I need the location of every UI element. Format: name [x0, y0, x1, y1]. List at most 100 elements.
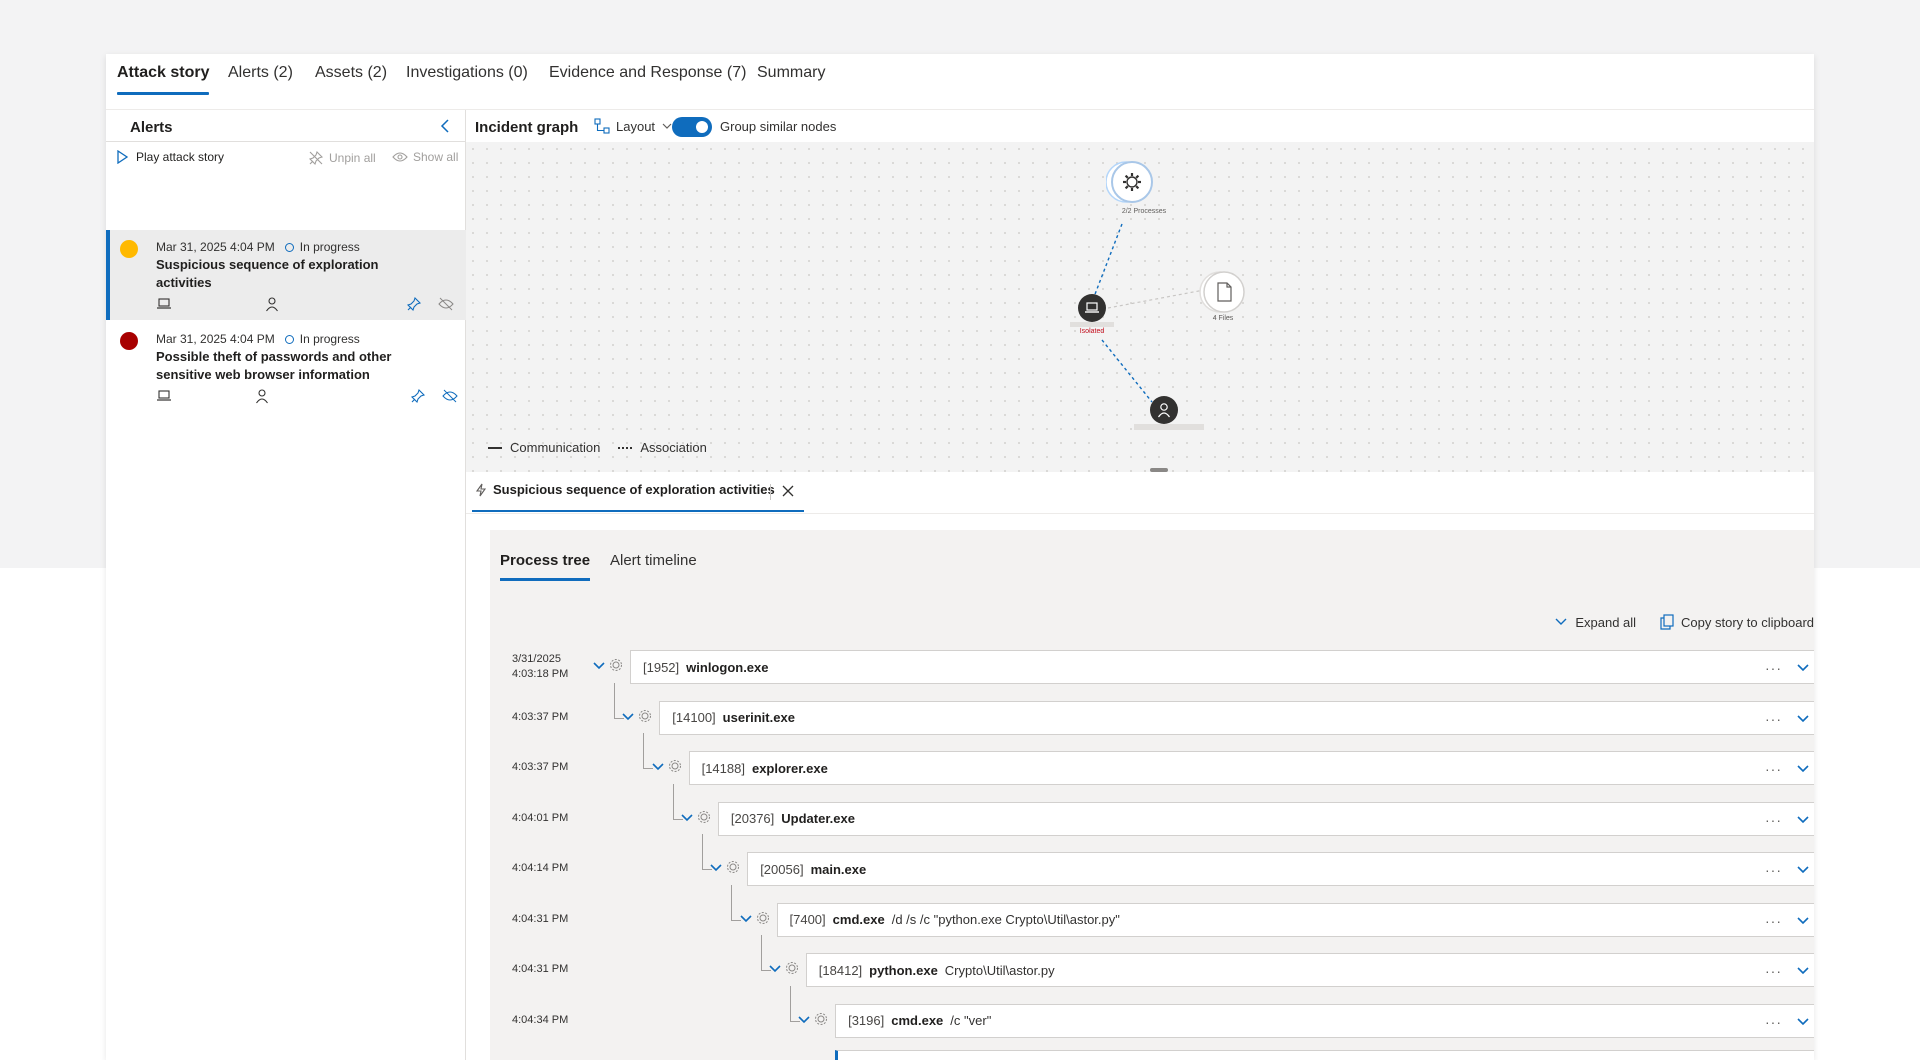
- process-time: 4:04:31 PM: [512, 912, 569, 925]
- incident-graph-canvas[interactable]: 2/2 Processes Isolated 4 Files Communica…: [466, 142, 1814, 472]
- tab-assets[interactable]: Assets (2): [315, 64, 387, 82]
- process-args: /c "ver": [950, 1013, 992, 1028]
- show-all-button[interactable]: Show all: [392, 150, 458, 164]
- layout-icon: [594, 118, 610, 134]
- tab-alerts[interactable]: Alerts (2): [228, 64, 293, 82]
- expand-all-label: Expand all: [1575, 614, 1637, 630]
- alert-item-icons: [156, 296, 456, 314]
- hide-icon[interactable]: [442, 388, 458, 404]
- tree-alert[interactable]: Suspicious sequence of exploration activ…: [835, 1050, 1814, 1060]
- more-options-icon[interactable]: ···: [1765, 660, 1782, 676]
- alert-tab[interactable]: Suspicious sequence of exploration activ…: [475, 482, 775, 497]
- process-tree-row: 3/31/2025 4:03:18 PM [1952] winlogon.exe ···: [490, 650, 1814, 684]
- alerts-panel-actions: Play attack story Unpin all Show all: [106, 142, 465, 174]
- pin-icon[interactable]: [406, 296, 422, 312]
- expand-row-icon[interactable]: [1796, 712, 1810, 726]
- edge-device-user: [1101, 339, 1153, 403]
- alert-timestamp: Mar 31, 2025 4:04 PM: [156, 332, 275, 346]
- graph-node-user[interactable]: [1150, 396, 1178, 424]
- play-attack-story-label: Play attack story: [136, 150, 225, 164]
- edge-device-files: [1107, 289, 1205, 309]
- process-node[interactable]: [18412] python.exe Crypto\Util\astor.py ···: [805, 953, 1814, 987]
- chevron-down-icon[interactable]: [592, 659, 606, 673]
- process-node[interactable]: [7400] cmd.exe/d /s /c "python.exe Crypto…: [776, 902, 1814, 937]
- tree-connector: [789, 985, 800, 1022]
- more-options-icon[interactable]: ···: [1765, 913, 1782, 929]
- tree-connector: [643, 733, 654, 769]
- layout-dropdown[interactable]: Layout: [594, 118, 673, 134]
- expand-row-icon[interactable]: [1796, 661, 1810, 675]
- graph-node-files[interactable]: [1198, 270, 1245, 314]
- play-icon: [117, 150, 128, 164]
- files-node-label: 4 Files: [1212, 315, 1234, 322]
- copy-story-button[interactable]: Copy story to clipboard: [1660, 614, 1814, 630]
- chevron-down-icon: [1555, 618, 1567, 625]
- alert-list-item[interactable]: Mar 31, 2025 4:04 PM In progress Suspici…: [106, 230, 466, 320]
- alert-status: In progress: [284, 240, 360, 254]
- more-options-icon[interactable]: ···: [1765, 963, 1782, 979]
- process-node[interactable]: [1952] winlogon.exe ···: [630, 650, 1814, 684]
- alert-detail-panel: Process tree Alert timeline Expand all C…: [490, 530, 1814, 1060]
- graph-node-processes[interactable]: [1105, 160, 1153, 204]
- show-all-label: Show all: [413, 150, 459, 164]
- tab-investigations[interactable]: Investigations (0): [406, 64, 528, 82]
- process-name: cmd.exe: [891, 1013, 944, 1028]
- process-time: 4:04:31 PM: [512, 963, 569, 975]
- tab-attack-story[interactable]: Attack story: [117, 64, 210, 95]
- hide-icon[interactable]: [438, 296, 454, 312]
- tab-process-tree[interactable]: Process tree: [500, 552, 591, 581]
- more-options-icon[interactable]: ···: [1765, 812, 1782, 828]
- collapse-panel-icon[interactable]: [436, 116, 456, 136]
- tree-alert-row[interactable]: Suspicious sequence of exploration activ…: [490, 1050, 1814, 1060]
- expand-all-button[interactable]: Expand all: [1554, 614, 1636, 630]
- tab-evidence-response[interactable]: Evidence and Response (7): [549, 64, 746, 82]
- process-tree-row: 4:03:37 PM [14100] userinit.exe ···: [490, 682, 1814, 735]
- process-node[interactable]: [3196] cmd.exe/c "ver" ···: [835, 1003, 1814, 1038]
- alert-status: In progress: [284, 332, 360, 346]
- tree-connector: [701, 834, 712, 870]
- play-attack-story-button[interactable]: Play attack story: [116, 150, 224, 164]
- expand-row-icon[interactable]: [1796, 964, 1810, 978]
- process-pid: [18412]: [818, 962, 863, 978]
- process-node[interactable]: [20056] main.exe ···: [747, 852, 1814, 886]
- process-name: userinit.exe: [722, 710, 795, 725]
- process-node[interactable]: [20376] Updater.exe ···: [717, 801, 1814, 836]
- tab-alert-timeline[interactable]: Alert timeline: [610, 552, 697, 569]
- expand-row-icon[interactable]: [1796, 914, 1810, 928]
- unpin-all-button[interactable]: Unpin all: [308, 150, 376, 166]
- more-options-icon[interactable]: ···: [1765, 1014, 1782, 1030]
- gear-icon: [668, 760, 681, 772]
- process-name: Updater.exe: [781, 811, 855, 826]
- process-date: 3/31/2025: [512, 653, 561, 665]
- gear-icon: [727, 861, 740, 873]
- close-icon[interactable]: [780, 483, 796, 499]
- alert-meta: Mar 31, 2025 4:04 PM In progress: [156, 240, 360, 254]
- process-tree-row: 4:04:14 PM [20056] main.exe ···: [490, 834, 1814, 886]
- process-time: 4:04:14 PM: [512, 862, 569, 874]
- process-node[interactable]: [14188] explorer.exe ···: [688, 751, 1814, 785]
- process-node[interactable]: [14100] userinit.exe ···: [659, 700, 1814, 735]
- alert-status-label: In progress: [299, 240, 360, 254]
- gear-icon: [1105, 161, 1153, 203]
- tab-summary[interactable]: Summary: [757, 64, 825, 82]
- more-options-icon[interactable]: ···: [1765, 711, 1782, 727]
- alert-tab-bar: Suspicious sequence of exploration activ…: [466, 472, 1814, 514]
- process-pid: [1952]: [643, 659, 680, 675]
- expand-row-icon[interactable]: [1796, 813, 1810, 827]
- expand-row-icon[interactable]: [1796, 1015, 1810, 1029]
- edge-processes-device: [1091, 223, 1123, 303]
- more-options-icon[interactable]: ···: [1765, 862, 1782, 878]
- process-name: main.exe: [810, 861, 867, 877]
- process-name: winlogon.exe: [686, 659, 769, 675]
- more-options-icon[interactable]: ···: [1765, 761, 1782, 777]
- expand-row-icon[interactable]: [1796, 863, 1810, 877]
- device-node-bar: [1070, 322, 1114, 327]
- expand-row-icon[interactable]: [1796, 762, 1810, 776]
- group-similar-nodes-toggle[interactable]: [672, 117, 712, 137]
- graph-node-device[interactable]: [1078, 294, 1106, 322]
- process-time-value: 4:03:18 PM: [512, 668, 569, 680]
- gear-icon: [639, 709, 652, 722]
- pin-icon[interactable]: [410, 388, 426, 404]
- incident-graph-title: Incident graph: [475, 119, 579, 136]
- alert-list-item[interactable]: Mar 31, 2025 4:04 PM In progress Possibl…: [106, 322, 466, 412]
